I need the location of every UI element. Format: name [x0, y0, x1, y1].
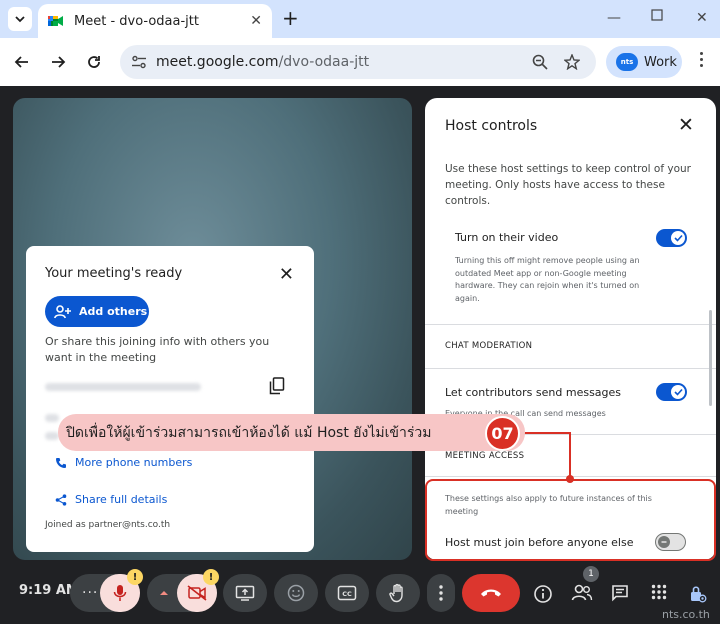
meeting-ready-card: Your meeting's ready ✕ Add others Or sha…: [26, 246, 314, 552]
meeting-info-icon[interactable]: [533, 584, 553, 604]
share-full-details-link[interactable]: Share full details: [55, 493, 167, 506]
microphone-off-icon: [113, 585, 127, 601]
chevron-down-icon: [15, 16, 25, 23]
more-options-button[interactable]: [427, 574, 455, 612]
check-icon: [673, 388, 683, 396]
divider: [425, 324, 716, 325]
add-others-button[interactable]: Add others: [45, 296, 149, 327]
host-controls-icon[interactable]: [689, 584, 707, 604]
panel-title: Host controls: [445, 118, 538, 134]
share-info-text: Or share this joining info with others y…: [45, 335, 270, 364]
maximize-icon[interactable]: [651, 9, 663, 25]
chevron-up-icon: [160, 591, 168, 595]
raise-hand-button[interactable]: [376, 574, 420, 612]
check-icon: [673, 234, 683, 242]
profile-label: Work: [644, 54, 677, 70]
video-toggle[interactable]: [656, 229, 687, 247]
panel-scrollbar[interactable]: [709, 310, 712, 406]
people-count-badge: 1: [583, 566, 599, 582]
annotation-connector: [520, 432, 570, 434]
blurred-dial-info: [45, 414, 59, 422]
divider: [425, 368, 716, 369]
address-bar-row: meet.google.com/dvo-odaa-jtt nts Work: [0, 38, 720, 86]
chat-icon[interactable]: [611, 584, 629, 602]
camera-warning-badge: !: [203, 569, 219, 585]
activities-grid-icon[interactable]: [651, 584, 667, 600]
call-controls-bar: 9:19 AM ··· ! ! CC: [0, 566, 720, 624]
reload-icon[interactable]: [84, 52, 104, 72]
video-option-description: Turning this off might remove people usi…: [455, 256, 640, 303]
close-panel-icon[interactable]: ✕: [678, 114, 694, 136]
profile-chip[interactable]: nts Work: [606, 46, 682, 78]
chat-moderation-heading: CHAT MODERATION: [445, 341, 533, 351]
more-vertical-icon: [439, 585, 443, 601]
add-others-label: Add others: [79, 305, 148, 318]
tab-close-icon[interactable]: ✕: [250, 13, 262, 29]
forward-icon[interactable]: [48, 52, 68, 72]
tab-search-button[interactable]: [8, 7, 32, 31]
phone-icon: [56, 457, 66, 468]
google-meet-logo-icon: [48, 16, 63, 26]
chat-option-label: Let contributors send messages: [445, 386, 622, 399]
back-icon[interactable]: [12, 52, 32, 72]
tab-title: Meet - dvo-odaa-jtt: [74, 13, 199, 29]
add-person-icon: [54, 304, 71, 318]
close-icon[interactable]: ✕: [279, 264, 294, 285]
profile-avatar: nts: [616, 53, 638, 71]
reactions-button[interactable]: [274, 574, 318, 612]
people-icon[interactable]: [571, 584, 593, 602]
panel-description: Use these host settings to keep control …: [445, 163, 691, 207]
hang-up-icon: [481, 589, 501, 597]
more-phone-numbers-link[interactable]: More phone numbers: [55, 456, 192, 469]
video-option-label: Turn on their video: [455, 231, 559, 244]
share-icon: [55, 493, 67, 506]
blurred-meeting-link: [45, 383, 201, 391]
url-text: meet.google.com/dvo-odaa-jtt: [156, 54, 370, 70]
emoji-icon: [287, 584, 305, 602]
hand-icon: [389, 583, 403, 603]
copy-icon[interactable]: [269, 377, 285, 395]
zoom-icon[interactable]: [532, 54, 548, 70]
blurred-dial-info: [45, 432, 59, 440]
svg-text:CC: CC: [342, 590, 352, 598]
captions-button[interactable]: CC: [325, 574, 369, 612]
present-screen-button[interactable]: [223, 574, 267, 612]
chat-toggle[interactable]: [656, 383, 687, 401]
browser-menu-icon[interactable]: [700, 52, 704, 70]
present-screen-icon: [235, 585, 255, 601]
minimize-icon[interactable]: —: [607, 10, 621, 26]
annotation-text: ปิดเพื่อให้ผู้เข้าร่วมสามารถเข้าห้องได้ …: [66, 424, 432, 441]
closed-captions-icon: CC: [337, 585, 357, 601]
omnibox[interactable]: meet.google.com/dvo-odaa-jtt: [120, 45, 596, 79]
leave-call-button[interactable]: [462, 574, 520, 612]
watermark: nts.co.th: [662, 608, 710, 621]
step-number-badge: 07: [485, 416, 520, 451]
site-settings-icon[interactable]: [131, 55, 147, 69]
annotation-highlight-box: [425, 479, 716, 561]
browser-tab-meet[interactable]: Meet - dvo-odaa-jtt ✕: [38, 4, 272, 38]
ready-card-title: Your meeting's ready: [45, 266, 183, 281]
mic-warning-badge: !: [127, 569, 143, 585]
annotation-connector: [569, 432, 571, 478]
tab-strip: Meet - dvo-odaa-jtt ✕ + — ✕: [0, 0, 720, 38]
bookmark-star-icon[interactable]: [564, 54, 580, 70]
new-tab-icon[interactable]: +: [282, 8, 299, 28]
joined-as-text: Joined as partner@nts.co.th: [45, 520, 171, 530]
meeting-access-heading: MEETING ACCESS: [445, 451, 525, 461]
close-window-icon[interactable]: ✕: [696, 10, 708, 26]
more-dots-icon: ···: [82, 585, 99, 601]
annotation-connector-dot: [566, 475, 574, 483]
camera-off-icon: [187, 585, 207, 601]
annotation-callout: ปิดเพื่อให้ผู้เข้าร่วมสามารถเข้าห้องได้ …: [58, 414, 525, 451]
